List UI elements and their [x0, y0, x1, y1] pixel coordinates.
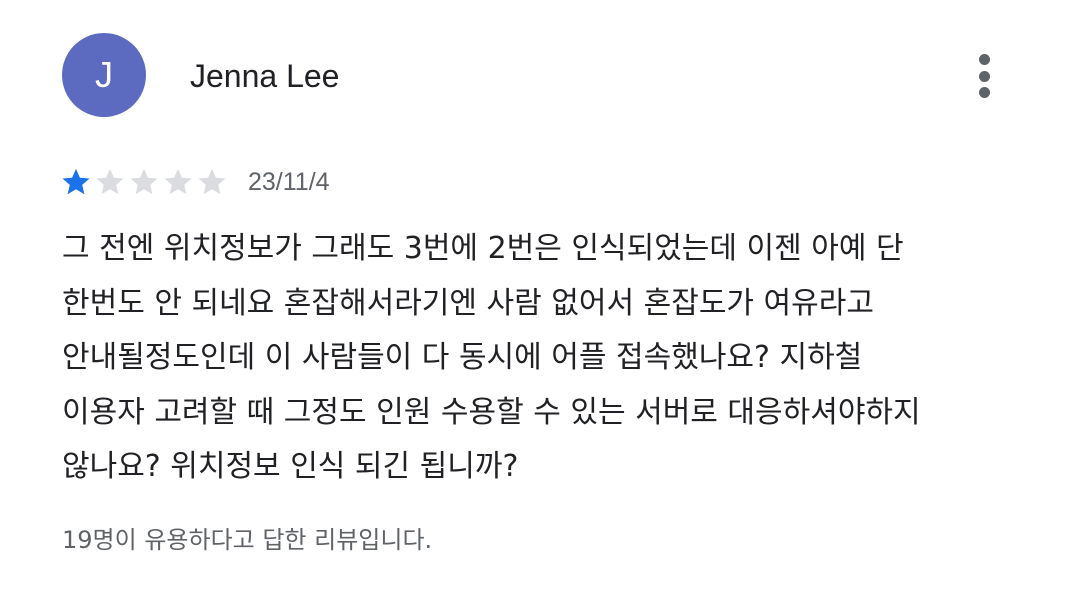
star-filled-icon — [62, 168, 90, 195]
rating-row: 23/11/4 — [60, 160, 330, 204]
more-vert-icon-dot — [978, 54, 990, 65]
helpful-count-text: 19명이 유용하다고 답한 리뷰입니다. — [62, 526, 433, 554]
star-empty-icon — [96, 168, 124, 195]
review-text: 그 전엔 위치정보가 그래도 3번에 2번은 인식되었는데 이젠 아예 단 한번… — [62, 231, 921, 484]
star-empty-icon — [198, 168, 226, 195]
review-date: 23/11/4 — [248, 168, 330, 196]
more-options-button[interactable] — [964, 48, 1004, 104]
more-vert-icon-dot — [978, 87, 990, 98]
star-rating — [60, 166, 228, 198]
author-name: Jenna Lee — [190, 58, 340, 94]
review-card: J Jenna Lee 23/11/4 그 전엔 위치정보가 그래도 3번에 2… — [0, 0, 1078, 593]
avatar-initial: J — [95, 54, 113, 95]
star-empty-icon — [130, 168, 158, 195]
more-vert-icon-dot — [978, 70, 990, 82]
star-empty-icon — [164, 168, 192, 195]
avatar[interactable]: J — [62, 33, 146, 117]
